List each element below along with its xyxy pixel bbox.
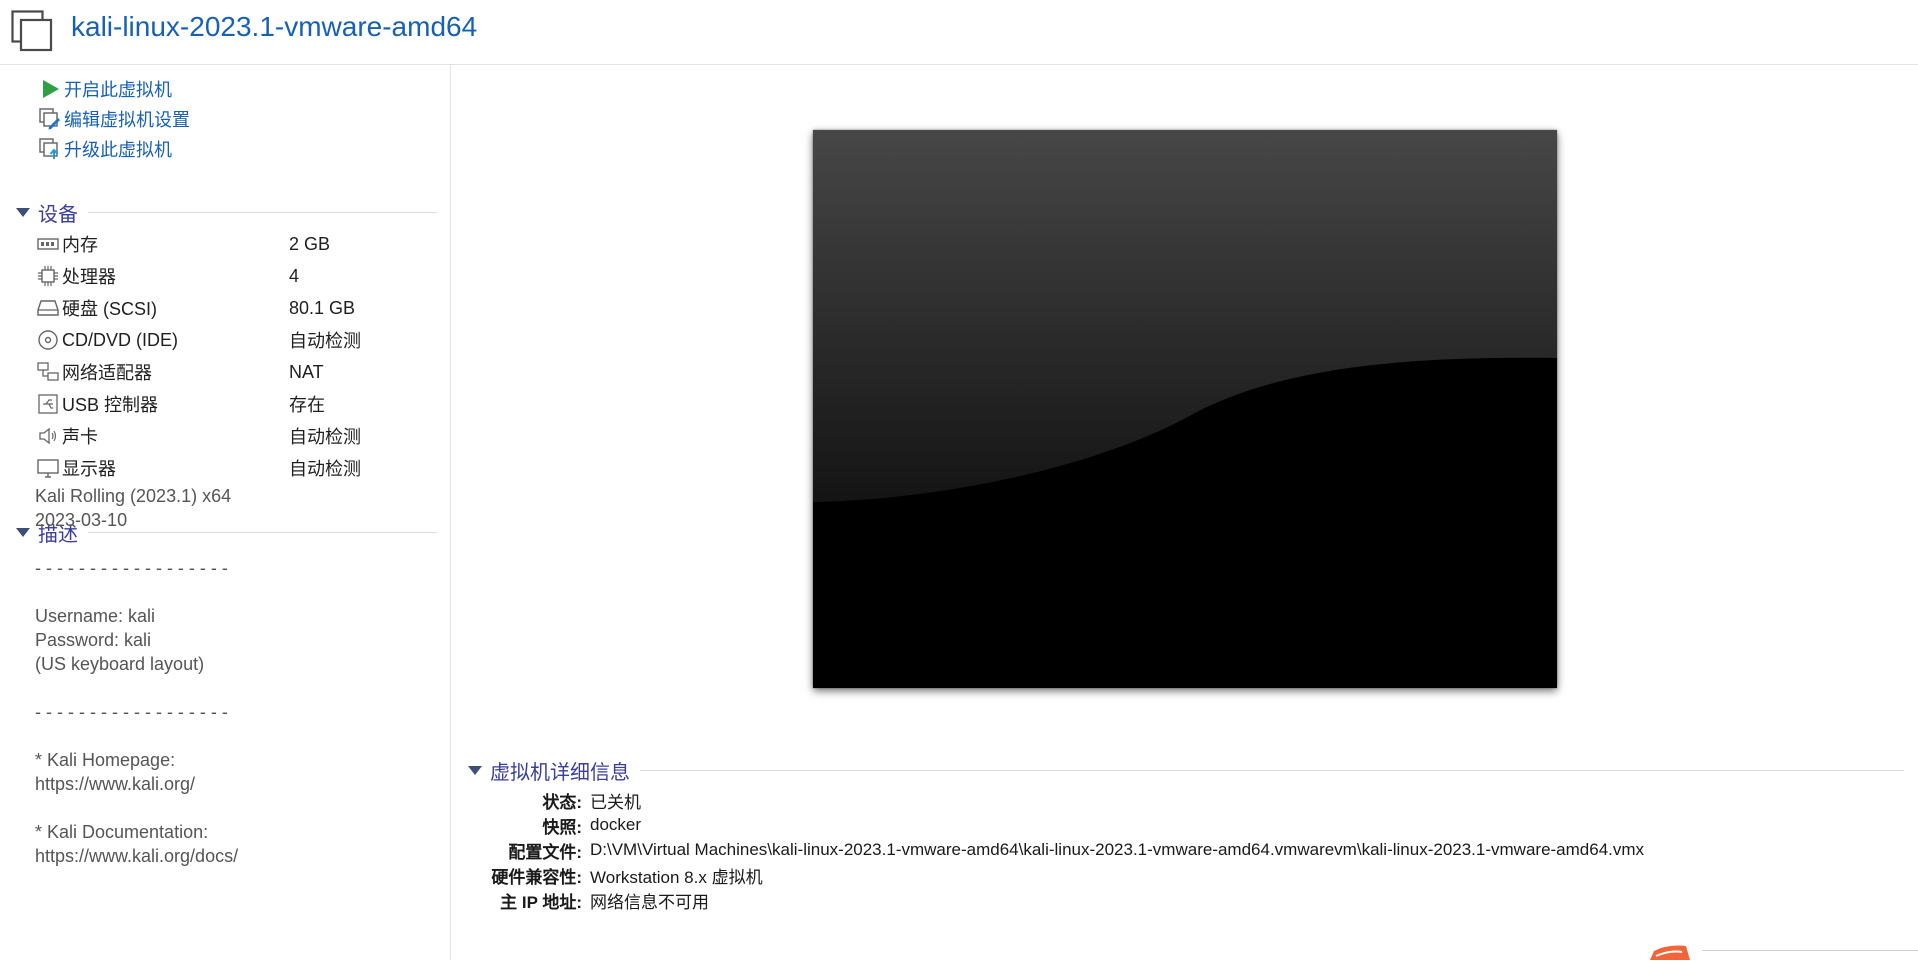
power-on-icon: [38, 77, 62, 101]
hard-disk-icon: [36, 296, 60, 320]
upgrade-vm-label: 升级此虚拟机: [64, 140, 172, 160]
power-on-label: 开启此虚拟机: [64, 80, 172, 100]
device-name: 处理器: [62, 267, 116, 287]
device-value: NAT: [289, 361, 324, 382]
detail-value: 已关机: [590, 792, 641, 812]
upgrade-vm-icon: [38, 137, 62, 161]
title-bar: kali-linux-2023.1-vmware-amd64: [0, 0, 1918, 65]
detail-value: 网络信息不可用: [590, 892, 709, 912]
detail-row-ip-address: 主 IP 地址: 网络信息不可用: [470, 888, 709, 912]
edit-settings-link[interactable]: 编辑虚拟机设置: [38, 106, 190, 132]
device-name: 硬盘 (SCSI): [62, 299, 158, 319]
network-adapter-icon: [36, 360, 60, 384]
device-value: 存在: [289, 395, 325, 415]
detail-row-snapshot: 快照: docker: [470, 813, 641, 837]
detail-row-hardware-compat: 硬件兼容性: Workstation 8.x 虚拟机: [470, 863, 763, 887]
section-divider: [640, 770, 1904, 771]
device-row-network-adapter[interactable]: 网络适配器 NAT: [36, 359, 436, 385]
detail-value: D:\VM\Virtual Machines\kali-linux-2023.1…: [590, 840, 1645, 859]
device-row-sound-card[interactable]: 声卡 自动检测: [36, 423, 436, 449]
devices-section-header[interactable]: 设备: [16, 198, 78, 226]
usb-icon: [36, 392, 60, 416]
virtual-machine-icon: [11, 10, 53, 52]
cpu-icon: [36, 264, 60, 288]
device-value: 2 GB: [289, 233, 331, 254]
detail-value: docker: [590, 815, 642, 834]
collapse-triangle-icon[interactable]: [16, 207, 30, 217]
detail-key: 状态:: [542, 792, 582, 812]
vm-screen-preview[interactable]: [813, 130, 1557, 688]
cd-dvd-icon: [36, 328, 60, 352]
device-row-cpu[interactable]: 处理器 4: [36, 263, 436, 289]
upgrade-vm-link[interactable]: 升级此虚拟机: [38, 136, 172, 162]
device-row-cd-dvd[interactable]: CD/DVD (IDE) 自动检测: [36, 327, 436, 353]
device-name: 内存: [62, 235, 98, 255]
detail-row-config-file: 配置文件: D:\VM\Virtual Machines\kali-linux-…: [470, 838, 1644, 862]
collapse-triangle-icon[interactable]: [468, 765, 482, 775]
device-row-hard-disk[interactable]: 硬盘 (SCSI) 80.1 GB: [36, 295, 436, 321]
power-on-link[interactable]: 开启此虚拟机: [38, 76, 172, 102]
monitor-icon: [36, 456, 60, 480]
vm-details-title: 虚拟机详细信息: [490, 761, 630, 784]
edit-settings-icon: [38, 107, 62, 131]
device-value: 自动检测: [289, 427, 361, 447]
collapse-triangle-icon[interactable]: [16, 527, 30, 537]
detail-row-state: 状态: 已关机: [470, 788, 641, 812]
device-row-memory[interactable]: 内存 2 GB: [36, 231, 436, 257]
detail-key: 主 IP 地址:: [500, 892, 582, 912]
vm-details-section-header[interactable]: 虚拟机详细信息: [468, 756, 630, 784]
device-name: USB 控制器: [62, 395, 159, 415]
speaker-icon: [36, 424, 60, 448]
device-name: 声卡: [62, 427, 98, 447]
detail-key: 硬件兼容性:: [491, 867, 582, 887]
vm-title: kali-linux-2023.1-vmware-amd64: [71, 11, 478, 42]
device-row-display[interactable]: 显示器 自动检测: [36, 455, 436, 481]
detail-value: Workstation 8.x 虚拟机: [590, 867, 763, 887]
device-name: 显示器: [62, 459, 116, 479]
device-value: 80.1 GB: [289, 297, 356, 318]
edit-settings-label: 编辑虚拟机设置: [64, 110, 190, 130]
memory-icon: [36, 232, 60, 256]
corner-decoration: [1646, 944, 1918, 960]
detail-key: 快照:: [542, 817, 582, 837]
device-value: 4: [289, 265, 300, 286]
device-value: 自动检测: [289, 331, 361, 351]
device-name: CD/DVD (IDE): [62, 329, 178, 350]
device-value: 自动检测: [289, 459, 361, 479]
device-row-usb[interactable]: USB 控制器 存在: [36, 391, 436, 417]
detail-key: 配置文件:: [508, 842, 582, 862]
description-text: Kali Rolling (2023.1) x64 2023-03-10 - -…: [35, 486, 239, 866]
devices-title: 设备: [38, 203, 78, 226]
device-name: 网络适配器: [62, 363, 152, 383]
section-divider: [88, 212, 437, 213]
